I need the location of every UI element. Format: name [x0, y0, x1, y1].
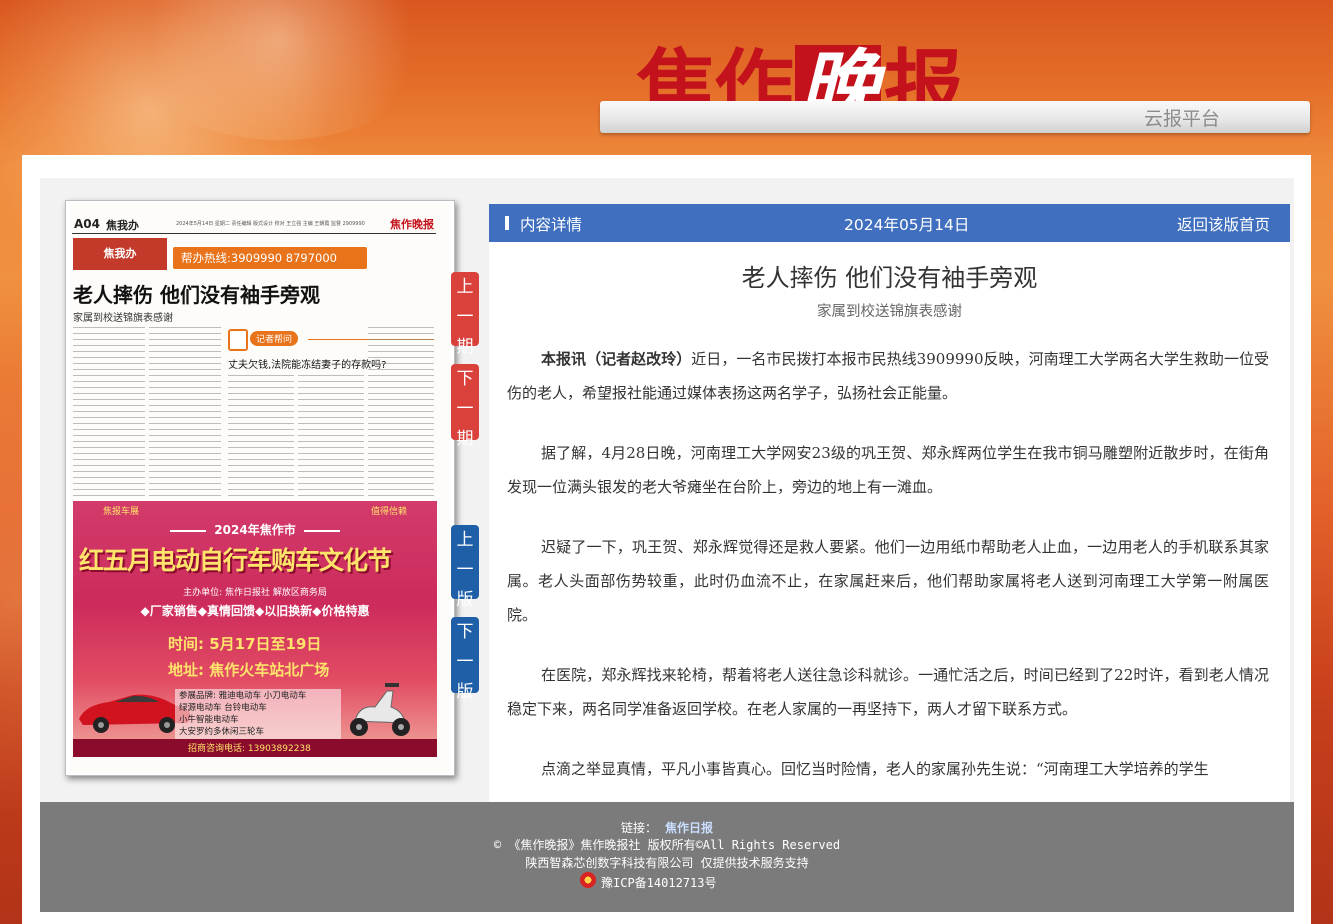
article-bar-label: 内容详情 — [520, 216, 583, 234]
paper-text-column[interactable] — [149, 327, 221, 515]
paper-section: 焦我办 — [106, 219, 139, 232]
footer-copyright: © 《焦作晚报》焦作晚报社 版权所有©All Rights Reserved — [493, 838, 841, 852]
site-footer: 链接： 焦作日报 © 《焦作晚报》焦作晚报社 版权所有©All Rights Re… — [40, 802, 1294, 912]
ad-time: 时间: 5月17日至19日 — [168, 635, 322, 653]
article-paragraph: 据了解，4月28日晚，河南理工大学网安23级的巩王贺、郑永辉两位学生在我市铜马雕… — [507, 444, 1269, 496]
footer-links-label: 链接： — [620, 821, 657, 835]
qa-icon — [228, 329, 248, 351]
paper-hotline: 帮办热线:3909990 8797000 — [173, 247, 367, 269]
article-lead-bold: 本报讯（记者赵改玲） — [541, 350, 692, 368]
ad-organizers: 主办单位: 焦作日报社 解放区商务局 — [183, 588, 327, 598]
article-paragraph: 迟疑了一下，巩王贺、郑永辉觉得还是救人要紧。他们一边用纸巾帮助老人止血，一边用老… — [507, 538, 1269, 624]
article-panel[interactable]: 内容详情 2024年05月14日 返回该版首页 老人摔伤 他们没有袖手旁观 家属… — [489, 204, 1290, 802]
bar-marker-icon — [505, 216, 509, 230]
next-issue-button[interactable]: 下一期 — [451, 364, 479, 449]
footer-icp-text: 豫ICP备14012713号 — [601, 876, 717, 890]
ad-brands-line: 参展品牌: 雅迪电动车 小刀电动车 — [179, 691, 307, 701]
prev-page-button[interactable]: 上一版 — [451, 525, 479, 610]
paper-text-column[interactable] — [368, 327, 434, 499]
prev-issue-button[interactable]: 上一期 — [451, 272, 479, 357]
ad-top-row: 焦报车展 值得信赖 — [73, 503, 437, 517]
next-page-button[interactable]: 下一版 — [451, 617, 479, 702]
scooter-illustration — [350, 683, 410, 736]
paper-headline[interactable]: 老人摔伤 他们没有袖手旁观 — [73, 279, 320, 308]
ad-top-right: 值得信赖 — [370, 507, 407, 517]
article-title: 老人摔伤 他们没有袖手旁观 — [741, 264, 1038, 292]
ad-brands: 参展品牌: 雅迪电动车 小刀电动车 绿源电动车 台铃电动车 小牛智能电动车 大安… — [175, 689, 341, 739]
platform-label: 云报平台 — [1143, 108, 1220, 130]
back-to-page-link[interactable]: 返回该版首页 — [1177, 213, 1270, 235]
paper-advertisement[interactable]: 焦报车展 值得信赖 2024年焦作市 红五月电动自行车购车文化节 主办单位: 焦… — [73, 501, 437, 757]
paper-brand: 焦作晚报 — [390, 218, 434, 231]
qa-tag: 记者帮问 — [250, 331, 299, 346]
paper-text-column[interactable] — [228, 375, 294, 499]
paper-text-column[interactable] — [298, 375, 364, 499]
ad-address: 地址: 焦作火车站北广场 — [168, 661, 330, 679]
article-paragraph: 本报讯（记者赵改玲）近日，一名市民拨打本报市民热线3909990反映，河南理工大… — [507, 342, 1269, 410]
newspaper-page: A04 焦我办 2024年5月14日 星期二 责任编辑 版式设计 校对 王立强 … — [70, 205, 450, 771]
ad-contact: 招商咨询电话: 13903892238 — [188, 744, 311, 754]
ad-main-title: 红五月电动自行车购车文化节 — [79, 546, 392, 575]
footer-icp[interactable]: 豫ICP备14012713号 — [580, 872, 717, 891]
paper-qa-question[interactable]: 丈夫欠钱,法院能冻结妻子的存款吗? — [228, 356, 387, 371]
ad-brands-line: 大安罗约多休闲三轮车 — [179, 727, 265, 737]
article-body: 本报讯（记者赵改玲）近日，一名市民拨打本报市民热线3909990反映，河南理工大… — [507, 342, 1269, 802]
paper-subhead: 家属到校送锦旗表感谢 — [73, 313, 173, 324]
paper-page-number: A04 — [74, 217, 100, 231]
ad-year-line: 2024年焦作市 — [73, 521, 437, 538]
ad-brands-line: 绿源电动车 台铃电动车 — [179, 703, 267, 713]
paper-text-column[interactable] — [73, 327, 145, 515]
article-subtitle: 家属到校送锦旗表感谢 — [817, 304, 962, 320]
platform-bar: 云报平台 — [600, 101, 1310, 133]
article-header-bar: 内容详情 2024年05月14日 返回该版首页 — [489, 204, 1290, 242]
article-paragraph: 点滴之举显真情，平凡小事皆真心。回忆当时险情，老人的家属孙先生说：“河南理工大学… — [541, 760, 1209, 778]
paper-section-badge: 焦我办 — [73, 238, 167, 270]
footer-link-jiaozuo-daily[interactable]: 焦作日报 — [665, 821, 713, 835]
newspaper-page-thumbnail[interactable]: A04 焦我办 2024年5月14日 星期二 责任编辑 版式设计 校对 王立强 … — [65, 200, 455, 776]
ad-top-left: 焦报车展 — [103, 507, 140, 517]
footer-support: 陕西智森芯创数字科技有限公司 仅提供技术服务支持 — [525, 856, 809, 870]
article-paragraph: 在医院，郑永辉找来轮椅，帮着将老人送往急诊科就诊。一通忙活之后，时间已经到了22… — [507, 666, 1269, 718]
footer-links: 链接： 焦作日报 — [40, 819, 1294, 836]
police-emblem-icon — [580, 872, 596, 888]
ad-brands-line: 小牛智能电动车 — [179, 715, 239, 725]
article-date: 2024年05月14日 — [844, 216, 970, 234]
paper-meta: 2024年5月14日 星期二 责任编辑 版式设计 校对 王立强 主编 王朝霞 监… — [176, 221, 365, 227]
paper-header: A04 焦我办 2024年5月14日 星期二 责任编辑 版式设计 校对 王立强 … — [72, 213, 436, 234]
ad-footer: 招商咨询电话: 13903892238 — [73, 739, 437, 757]
ad-features: ◆厂家销售◆真情回馈◆以旧换新◆价格特惠 — [140, 604, 370, 618]
